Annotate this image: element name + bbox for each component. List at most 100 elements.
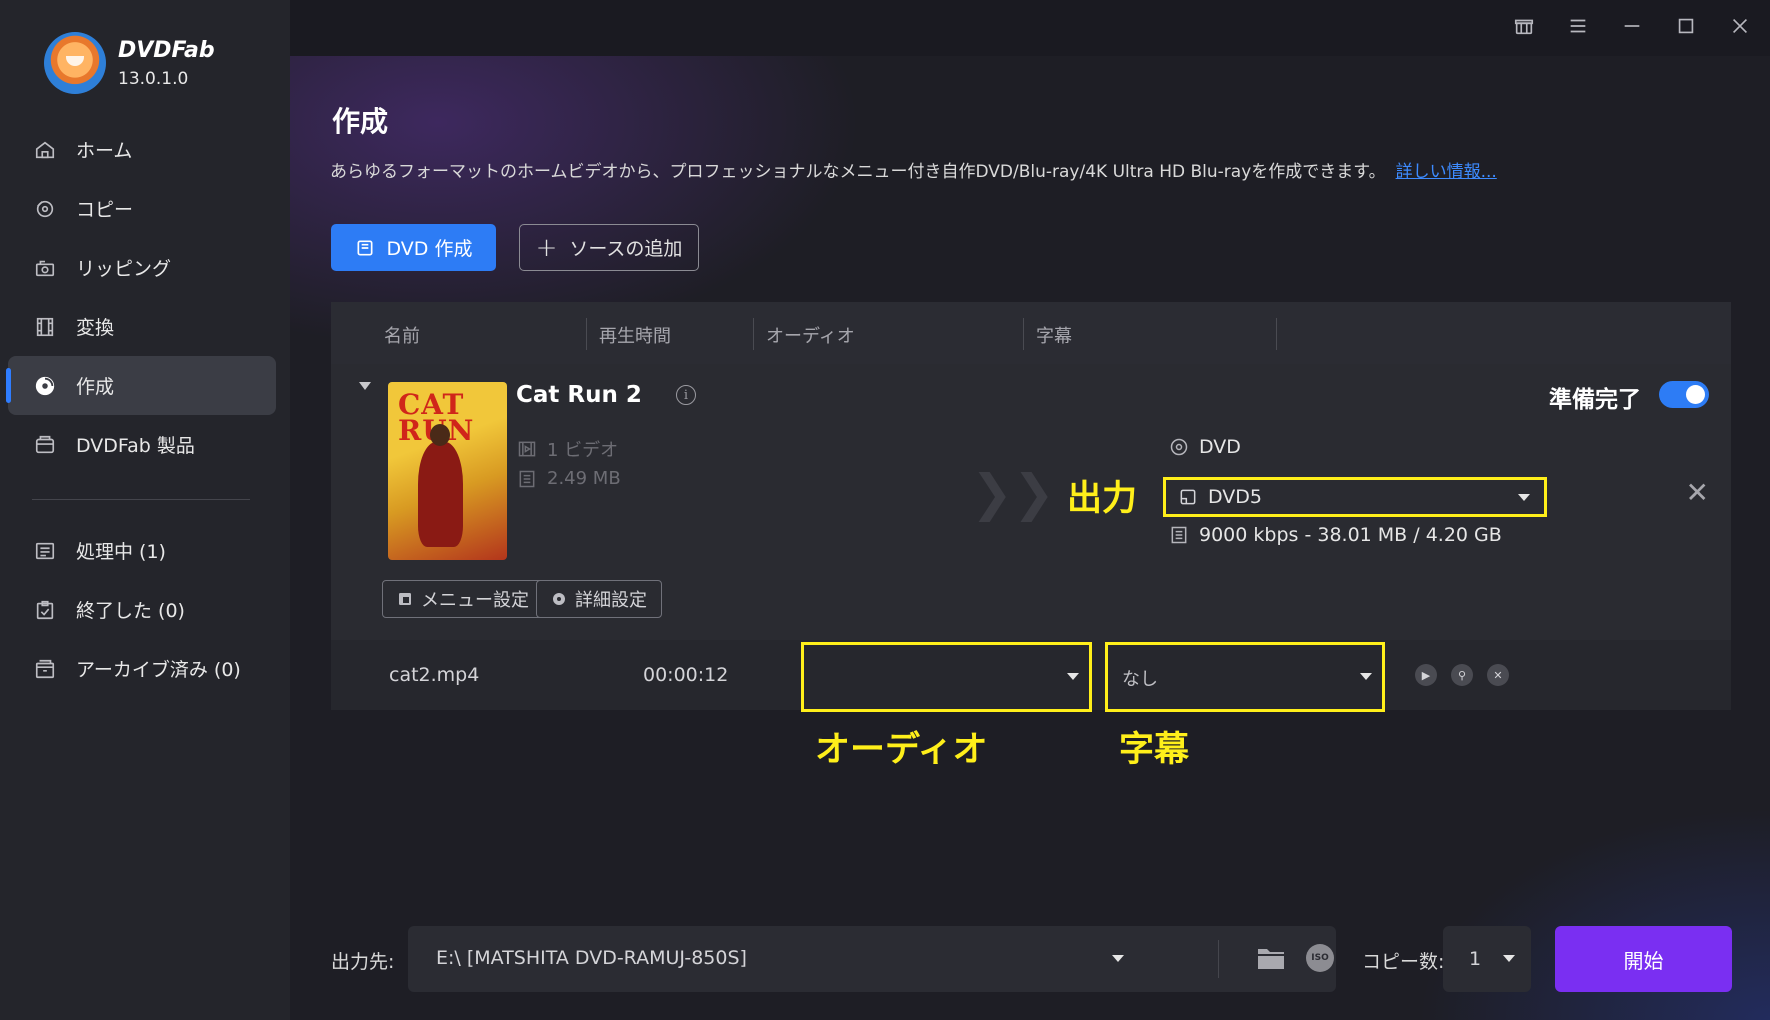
chevron-down-icon [1360, 673, 1372, 680]
column-divider [1276, 318, 1277, 350]
sidebar-item-label: 作成 [76, 376, 115, 398]
sidebar-item-label: アーカイブ済み (0) [76, 659, 241, 681]
item-size: 2.49 MB [517, 468, 621, 489]
format-icon [1180, 489, 1196, 505]
sidebar-item-label: ホーム [76, 140, 133, 162]
column-header-audio: オーディオ [766, 326, 855, 347]
item-videos: 1 ビデオ [517, 436, 618, 462]
output-format-value: DVD5 [1208, 486, 1263, 508]
list-icon [34, 540, 56, 562]
output-format-select[interactable]: DVD5 [1163, 477, 1547, 517]
poster-title-art: CAT RUN [398, 388, 473, 445]
folder-icon[interactable] [1256, 945, 1286, 971]
start-button[interactable]: 開始 [1555, 926, 1732, 992]
file-duration: 00:00:12 [643, 664, 729, 686]
copies-value: 1 [1469, 948, 1482, 970]
box-icon [34, 434, 56, 456]
ready-label: 準備完了 [1549, 387, 1641, 413]
copies-label: コピー数: [1362, 951, 1445, 973]
output-type-value: DVD [1199, 436, 1241, 458]
plus-icon: + [535, 232, 558, 263]
destination-divider [1218, 940, 1219, 978]
output-destination-select[interactable]: E:\ [MATSHITA DVD-RAMUJ-850S] ISO [408, 926, 1336, 992]
remove-file-icon[interactable]: ✕ [1487, 664, 1509, 686]
maximize-icon[interactable] [1670, 10, 1702, 42]
ripper-icon [34, 257, 56, 279]
output-info-value: 9000 kbps - 38.01 MB / 4.20 GB [1199, 524, 1502, 546]
archive-icon [34, 658, 56, 680]
size-icon [519, 470, 535, 487]
film-icon [34, 316, 56, 338]
output-destination-value: E:\ [MATSHITA DVD-RAMUJ-850S] [436, 947, 747, 969]
file-actions: ▶ ⚲ ✕ [1415, 664, 1509, 686]
clipboard-icon [34, 599, 56, 621]
sidebar-item-label: コピー [76, 199, 134, 221]
chevron-down-icon [1518, 494, 1530, 501]
dvdfab-logo-icon [44, 32, 106, 94]
more-info-link[interactable]: 詳しい情報... [1396, 162, 1497, 182]
menu-settings-button[interactable]: メニュー設定 [382, 580, 544, 618]
sidebar-item-processing[interactable]: 処理中 (1) [8, 521, 276, 580]
column-divider [753, 318, 754, 350]
file-name: cat2.mp4 [389, 664, 480, 686]
double-arrow-icon: ❯❯ [971, 464, 1055, 522]
annotation-output: 出力 [1067, 479, 1138, 519]
poster-figure [418, 424, 463, 547]
sidebar-item-convert[interactable]: 変換 [8, 297, 276, 356]
disc-icon [34, 375, 56, 397]
ready-toggle[interactable] [1659, 381, 1709, 408]
menu-icon[interactable] [1562, 10, 1594, 42]
advanced-settings-button[interactable]: 詳細設定 [536, 580, 662, 618]
close-icon[interactable] [1724, 10, 1756, 42]
app-name: DVDFab [118, 37, 215, 63]
sidebar-item-home[interactable]: ホーム [8, 120, 276, 179]
sidebar-item-label: リッピング [76, 258, 172, 280]
size-value: 2.49 MB [547, 468, 621, 489]
description-text: あらゆるフォーマットのホームビデオから、プロフェッショナルなメニュー付き自作DV… [330, 162, 1386, 182]
output-info: 9000 kbps - 38.01 MB / 4.20 GB [1169, 524, 1502, 546]
search-icon[interactable]: ⚲ [1451, 664, 1473, 686]
chevron-down-icon [1067, 673, 1079, 680]
poster-thumbnail: CAT RUN [388, 382, 507, 560]
minimize-icon[interactable] [1616, 10, 1648, 42]
column-divider [586, 318, 587, 350]
page-title: 作成 [332, 105, 389, 138]
sidebar-item-finished[interactable]: 終了した (0) [8, 580, 276, 639]
annotation-audio: オーディオ [815, 730, 988, 770]
advanced-settings-label: 詳細設定 [575, 590, 647, 611]
copies-select[interactable]: 1 [1443, 926, 1531, 992]
collapse-caret-icon[interactable] [359, 382, 371, 390]
create-dvd-button[interactable]: DVD 作成 [331, 224, 496, 271]
queue-nav: 処理中 (1) 終了した (0) アーカイブ済み (0) [8, 521, 276, 698]
sidebar-item-label: 処理中 (1) [76, 541, 166, 563]
sidebar-item-label: 終了した (0) [76, 600, 185, 622]
iso-icon[interactable]: ISO [1306, 944, 1334, 972]
source-item: CAT RUN Cat Run 2 i 1 ビデオ 2.49 MB ❯❯ 準備完… [331, 364, 1731, 640]
sidebar-item-ripper[interactable]: リッピング [8, 238, 276, 297]
sidebar-divider [32, 499, 250, 500]
annotation-subtitle: 字幕 [1119, 730, 1190, 770]
column-header-subtitle: 字幕 [1036, 326, 1072, 347]
videos-count: 1 ビデオ [547, 440, 619, 461]
chevron-down-icon [1503, 955, 1515, 962]
advanced-settings-icon [553, 593, 565, 605]
sidebar-item-copy[interactable]: コピー [8, 179, 276, 238]
sidebar: DVDFab 13.0.1.0 ホーム コピー リッピング 変換 作成 DVDF… [0, 0, 290, 1020]
output-type: DVD [1169, 436, 1241, 458]
video-icon [518, 441, 536, 457]
subtitle-select[interactable]: なし [1105, 642, 1385, 712]
remove-item-icon[interactable]: ✕ [1686, 476, 1709, 509]
sidebar-item-archived[interactable]: アーカイブ済み (0) [8, 639, 276, 698]
add-source-button[interactable]: + ソースの追加 [519, 224, 699, 271]
main-panel: 作成 あらゆるフォーマットのホームビデオから、プロフェッショナルなメニュー付き自… [290, 0, 1770, 1020]
info-icon[interactable]: i [676, 385, 696, 405]
audio-select[interactable] [801, 642, 1092, 712]
sidebar-item-products[interactable]: DVDFab 製品 [8, 415, 276, 474]
chevron-down-icon [1112, 955, 1124, 962]
create-icon [357, 240, 373, 255]
subtitle-value: なし [1122, 669, 1158, 690]
table-header: 名前 再生時間 オーディオ 字幕 [331, 302, 1731, 364]
sidebar-item-creator[interactable]: 作成 [6, 356, 276, 415]
gift-icon[interactable] [1508, 10, 1540, 42]
play-icon[interactable]: ▶ [1415, 664, 1437, 686]
